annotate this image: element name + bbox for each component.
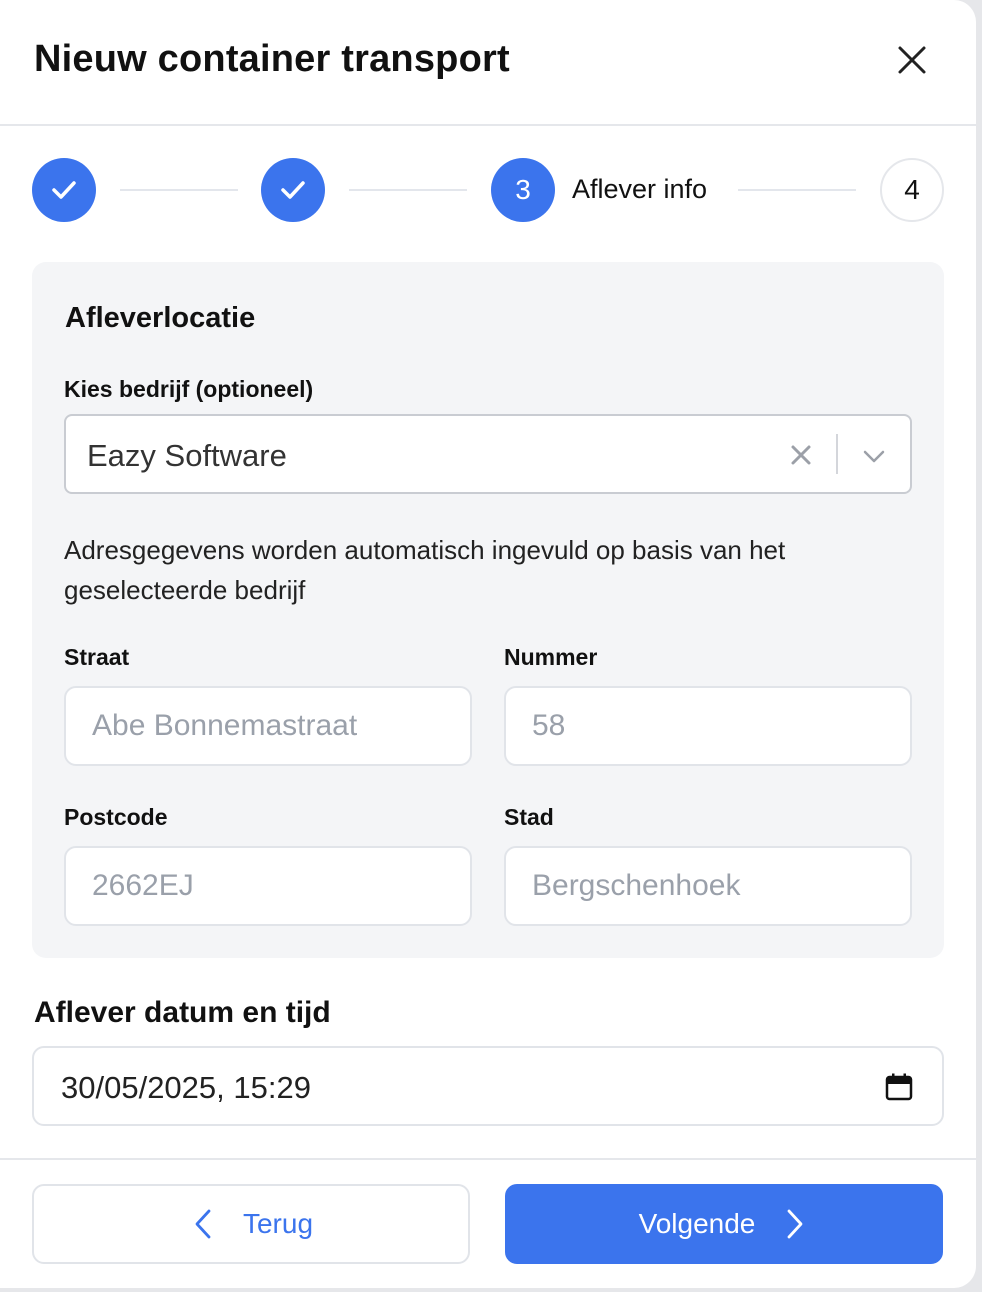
next-button[interactable]: Volgende [505,1184,943,1264]
next-button-label: Volgende [638,1208,756,1239]
dialog-header: Nieuw container transport [0,0,976,126]
chevron-down-icon[interactable] [860,442,888,470]
step-3-label: Aflever info [572,174,708,204]
number-input[interactable] [504,686,912,766]
step-number: 3 [515,174,531,205]
back-button[interactable]: Terug [32,1184,470,1264]
back-button-label: Terug [242,1208,314,1239]
datetime-value: 30/05/2025, 15:29 [61,1070,311,1105]
postcode-label: Postcode [64,804,168,830]
step-connector [349,189,467,191]
panel-title: Afleverlocatie [65,302,256,334]
select-divider [836,434,838,474]
step-connector [120,189,238,191]
step-2-completed[interactable] [261,158,325,222]
company-select[interactable]: Eazy Software [64,414,912,494]
delivery-datetime-label: Aflever datum en tijd [34,996,331,1029]
close-icon [898,46,926,74]
autofill-helper-text: Adresgegevens worden automatisch ingevul… [64,535,786,605]
step-3-active: 3 [491,158,555,222]
city-label: Stad [504,804,554,830]
company-select-value: Eazy Software [87,438,287,473]
street-input[interactable] [64,686,472,766]
check-icon [52,181,76,199]
check-icon [281,181,305,199]
chevron-right-icon [787,1209,803,1239]
chevron-left-icon [195,1209,211,1239]
step-connector [738,189,856,191]
postcode-input[interactable] [64,846,472,926]
step-number: 4 [904,174,920,205]
city-input[interactable] [504,846,912,926]
company-label: Kies bedrijf (optioneel) [64,376,314,402]
calendar-icon[interactable] [884,1072,914,1102]
delivery-datetime-input[interactable]: 30/05/2025, 15:29 [32,1046,944,1126]
close-button[interactable] [890,38,934,82]
footer-divider [0,1158,976,1160]
delivery-location-panel: Afleverlocatie Kies bedrijf (optioneel) … [32,262,944,958]
clear-icon[interactable] [786,440,816,470]
new-transport-dialog: Nieuw container transport 3 Aflever info… [0,0,976,1288]
step-4-upcoming: 4 [880,158,944,222]
step-1-completed[interactable] [32,158,96,222]
dialog-title: Nieuw container transport [34,38,510,80]
number-label: Nummer [504,644,598,670]
street-label: Straat [64,644,130,670]
